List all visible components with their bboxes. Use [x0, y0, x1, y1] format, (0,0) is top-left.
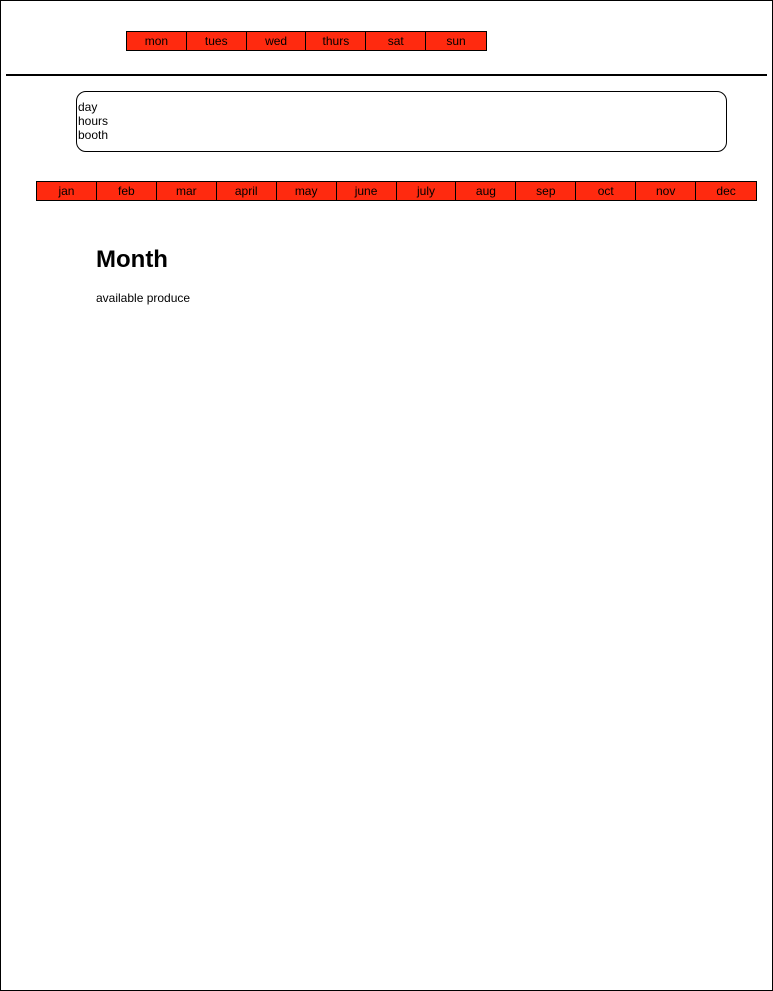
market-info-box: day hours booth — [76, 91, 727, 152]
tab-feb[interactable]: feb — [97, 182, 157, 200]
day-label: day — [78, 100, 98, 114]
page: mon tues wed thurs sat sun day hours boo… — [0, 0, 773, 991]
tab-june[interactable]: june — [337, 182, 397, 200]
tab-oct[interactable]: oct — [576, 182, 637, 200]
available-produce-text: available produce — [96, 291, 191, 305]
tab-thurs[interactable]: thurs — [306, 32, 367, 50]
tab-july[interactable]: july — [397, 182, 457, 200]
day-tab-bar: mon tues wed thurs sat sun — [126, 31, 487, 51]
tab-mon[interactable]: mon — [127, 32, 187, 50]
hours-label: hours — [78, 114, 109, 128]
booth-label: booth — [78, 128, 109, 142]
tab-sun[interactable]: sun — [426, 32, 486, 50]
tab-jan[interactable]: jan — [37, 182, 97, 200]
tab-nov[interactable]: nov — [636, 182, 697, 200]
tab-sat[interactable]: sat — [366, 32, 427, 50]
tab-aug[interactable]: aug — [456, 182, 517, 200]
tab-dec[interactable]: dec — [696, 182, 756, 200]
tab-april[interactable]: april — [217, 182, 277, 200]
month-title: Month — [96, 246, 168, 273]
tab-may[interactable]: may — [277, 182, 337, 200]
tab-wed[interactable]: wed — [247, 32, 307, 50]
divider — [6, 74, 767, 76]
tab-mar[interactable]: mar — [157, 182, 217, 200]
tab-sep[interactable]: sep — [516, 182, 577, 200]
month-tab-bar: jan feb mar april may june july aug sep … — [36, 181, 757, 201]
tab-tues[interactable]: tues — [187, 32, 247, 50]
